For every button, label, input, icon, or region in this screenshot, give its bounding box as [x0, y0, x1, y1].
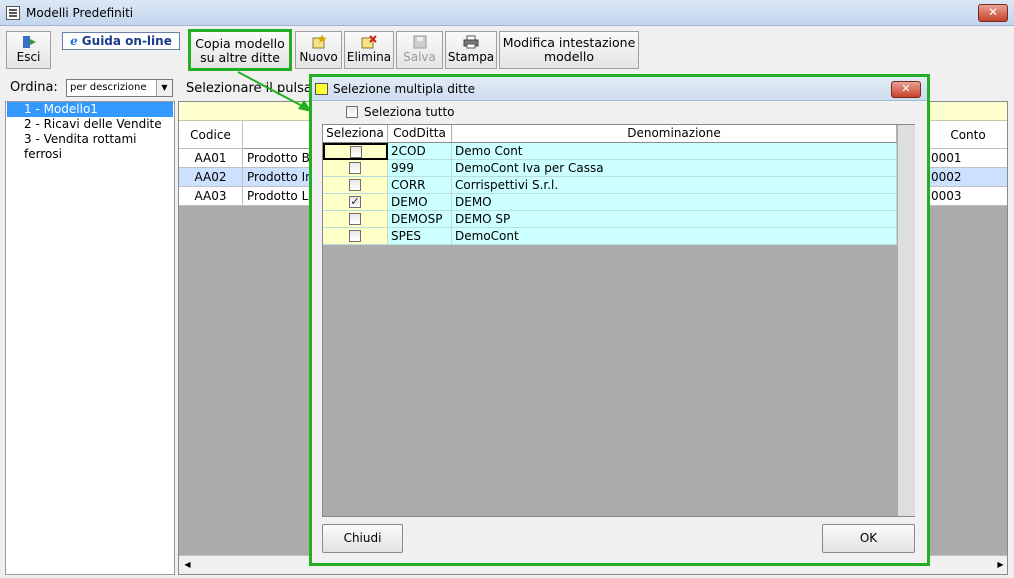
edit-header-button[interactable]: Modifica intestazione modello [499, 31, 639, 69]
new-label: Nuovo [299, 50, 338, 64]
table-cell-account[interactable]: 0001 [927, 149, 1007, 168]
select-all-checkbox[interactable] [346, 106, 358, 118]
select-cell[interactable] [323, 228, 388, 245]
select-cell[interactable] [323, 143, 388, 160]
table-cell-desc[interactable]: Prodotto La [243, 187, 313, 206]
edit-header-label-line1: Modifica intestazione [502, 35, 636, 50]
new-button[interactable]: Nuovo [295, 31, 342, 69]
exit-button[interactable]: Esci [6, 31, 51, 69]
new-icon [312, 35, 327, 49]
table-cell-desc[interactable]: Prodotto In [243, 168, 313, 187]
select-cell[interactable] [323, 160, 388, 177]
print-label: Stampa [447, 50, 495, 64]
window-title: Modelli Predefiniti [26, 6, 134, 20]
sort-label: Ordina: [10, 80, 58, 95]
copy-model-button[interactable]: Copia modello su altre ditte [188, 29, 292, 71]
row-checkbox[interactable] [349, 162, 361, 174]
select-cell[interactable] [323, 211, 388, 228]
scroll-right-icon[interactable]: ▶ [992, 556, 1007, 574]
table-cell-desc[interactable]: Prodotto Ba [243, 149, 313, 168]
table-cell-code[interactable]: AA01 [179, 149, 243, 168]
table-cell-account[interactable]: 0003 [927, 187, 1007, 206]
dialog-titlebar: Selezione multipla ditte ✕ [312, 77, 927, 101]
ie-icon: e [70, 34, 78, 48]
column-header-code[interactable]: CodDitta [388, 125, 452, 143]
app-icon [6, 6, 20, 20]
company-name-cell[interactable]: DemoCont [452, 228, 897, 245]
delete-icon [361, 35, 377, 49]
exit-label: Esci [16, 50, 41, 64]
row-checkbox[interactable] [349, 230, 361, 242]
company-code-cell[interactable]: CORR [388, 177, 452, 194]
table-cell-code[interactable]: AA03 [179, 187, 243, 206]
scroll-left-icon[interactable]: ◀ [179, 556, 196, 574]
company-code-cell[interactable]: DEMOSP [388, 211, 452, 228]
copy-model-label-line2: su altre ditte [200, 50, 280, 65]
company-code-cell[interactable]: 2COD [388, 143, 452, 160]
ok-button[interactable]: OK [822, 524, 915, 553]
list-item[interactable]: 1 - Modello1 [7, 102, 173, 117]
table-cell-account[interactable]: 0002 [927, 168, 1007, 187]
select-all-label: Seleziona tutto [364, 105, 455, 119]
save-label: Salva [403, 50, 436, 64]
table-cell-code[interactable]: AA02 [179, 168, 243, 187]
vertical-scrollbar[interactable] [898, 125, 915, 516]
close-button[interactable]: Chiudi [322, 524, 403, 553]
print-button[interactable]: Stampa [445, 31, 497, 69]
online-guide-label: Guida on-line [81, 34, 172, 48]
row-checkbox[interactable] [350, 146, 362, 158]
online-guide-button[interactable]: e Guida on-line [62, 32, 180, 50]
company-code-cell[interactable]: DEMO [388, 194, 452, 211]
save-icon [413, 35, 426, 49]
company-name-cell[interactable]: DEMO SP [452, 211, 897, 228]
company-name-cell[interactable]: Demo Cont [452, 143, 897, 160]
sort-select-value: per descrizione [70, 82, 147, 93]
column-header-select[interactable]: Seleziona [323, 125, 388, 143]
printer-icon [463, 35, 479, 49]
edit-header-label-line2: modello [543, 49, 595, 64]
list-item[interactable]: 3 - Vendita rottami ferrosi [7, 132, 173, 161]
company-code-cell[interactable]: SPES [388, 228, 452, 245]
column-header-account[interactable]: Conto [927, 121, 1007, 149]
company-name-cell[interactable]: DEMO [452, 194, 897, 211]
window-close-button[interactable]: ✕ [978, 4, 1008, 22]
dialog-title: Selezione multipla ditte [333, 82, 476, 96]
row-checkbox-checked[interactable]: ✓ [349, 196, 361, 208]
sort-select[interactable]: per descrizione ▼ [66, 79, 173, 97]
column-header-code[interactable]: Codice [179, 121, 243, 149]
company-grid: Seleziona CodDitta Denominazione 2COD De… [322, 124, 915, 517]
dialog-icon [315, 83, 328, 95]
list-item[interactable]: 2 - Ricavi delle Vendite [7, 117, 173, 132]
delete-button[interactable]: Elimina [344, 31, 394, 69]
multi-company-dialog: Selezione multipla ditte ✕ Seleziona tut… [312, 77, 927, 563]
window-titlebar: Modelli Predefiniti ✕ [0, 0, 1014, 26]
delete-label: Elimina [346, 50, 392, 64]
row-checkbox[interactable] [349, 179, 361, 191]
select-cell[interactable]: ✓ [323, 194, 388, 211]
company-name-cell[interactable]: Corrispettivi S.r.l. [452, 177, 897, 194]
model-list: 1 - Modello1 2 - Ricavi delle Vendite 3 … [5, 101, 175, 575]
company-name-cell[interactable]: DemoCont Iva per Cassa [452, 160, 897, 177]
row-checkbox[interactable] [349, 213, 361, 225]
select-cell[interactable] [323, 177, 388, 194]
chevron-down-icon[interactable]: ▼ [156, 80, 172, 96]
exit-icon [22, 36, 36, 48]
copy-model-label-line1: Copia modello [195, 36, 285, 51]
column-header-name[interactable]: Denominazione [452, 125, 897, 143]
dialog-close-button[interactable]: ✕ [891, 81, 921, 98]
save-button[interactable]: Salva [396, 31, 443, 69]
annotation-arrow-icon [237, 71, 312, 112]
company-code-cell[interactable]: 999 [388, 160, 452, 177]
